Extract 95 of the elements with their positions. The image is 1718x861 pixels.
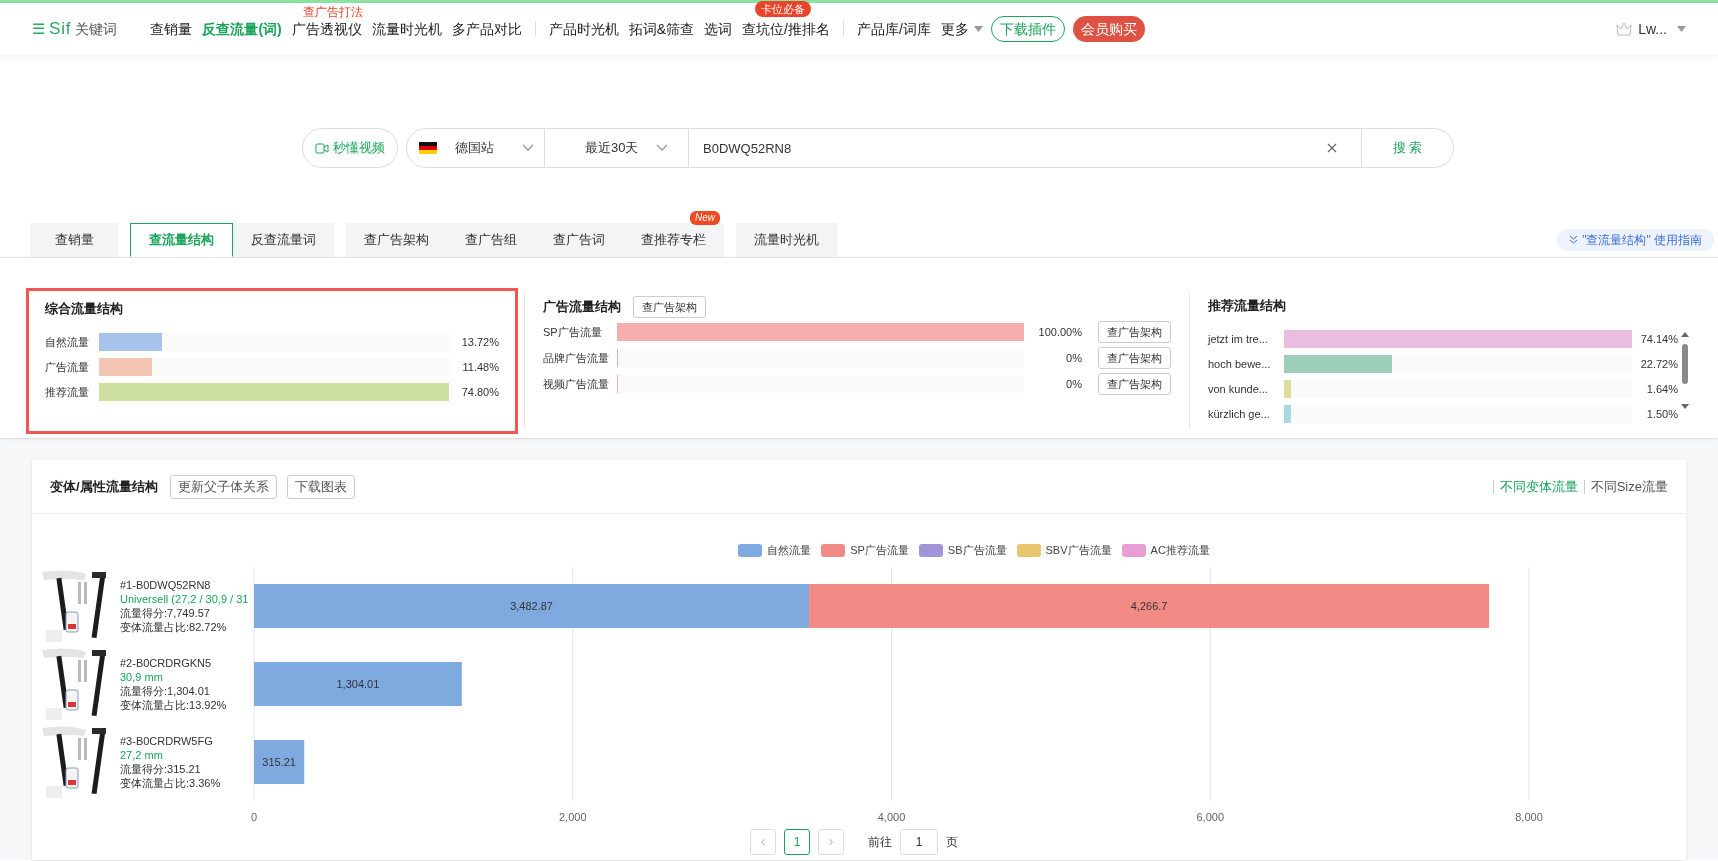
tab[interactable]: 查广告架构 [346,223,447,257]
traffic-score: 流量得分:1,304.01 [120,683,211,698]
double-chevron-icon [1569,235,1579,245]
card-title: 变体/属性流量结构 [50,477,158,496]
nav-link[interactable]: 流量时光机 [366,18,447,40]
product-asin: #2-B0CRDRGKN5 [120,655,213,670]
card-button[interactable]: 下载图表 [286,474,355,499]
percent-value: 74.80% [460,384,499,400]
variant-attribute: 30,9 mm [120,669,164,684]
row-label: von kunde... [1208,381,1269,397]
row-label: hoch bewe... [1208,356,1272,372]
section-title: 广告流量结构 [543,298,621,317]
row-label: 自然流量 [45,334,90,350]
nav-link[interactable]: 查销量 [145,18,198,40]
tab[interactable]: 查推荐专栏 [623,223,724,257]
bar-value-label: 3,482.87 [510,599,553,612]
promo-label: 查广告打法 [302,3,363,21]
page-suffix: 页 [946,833,958,851]
logo-subtitle: 关键词 [75,19,118,39]
variant-attribute: Universell (27,2 / 30,9 / 31 [120,591,249,606]
legend-label: AC推荐流量 [1150,543,1210,558]
nav-link[interactable]: 更多 [935,18,974,40]
axis-tick-label: 0 [250,810,258,823]
ad-structure-button[interactable]: 查广告架构 [1098,373,1171,395]
tab[interactable]: 反查流量词 [233,223,334,257]
site-label: 德国站 [455,139,495,158]
legend-label: SP广告流量 [850,543,909,558]
nav-link[interactable]: 选词 [699,18,738,40]
period-label: 最近30天 [585,139,640,158]
nav-link[interactable]: 产品库/词库 [851,18,936,40]
traffic-share: 变体流量占比:3.36% [120,775,221,790]
product-asin: #1-B0DWQ52RN8 [120,577,212,592]
percent-value: 100.00% [1037,324,1082,340]
ad-structure-button[interactable]: 查广告架构 [633,296,706,318]
traffic-share: 变体流量占比:13.92% [120,697,227,712]
row-label: 广告流量 [45,359,90,375]
bar-value-label: 315.21 [262,755,296,768]
chevron-down-icon [522,144,534,152]
percent-value: 0% [1065,350,1082,366]
section-title: 综合流量结构 [45,300,124,318]
variant-attribute: 27,2 mm [120,747,164,762]
crown-icon [1616,22,1633,36]
nav-link[interactable]: 产品时光机 [543,18,624,40]
period-select[interactable]: 最近30天 [545,129,689,167]
traffic-score: 流量得分:315.21 [120,761,202,776]
bar-value-label: 4,266.7 [1130,599,1168,612]
legend-label: 自然流量 [767,543,812,558]
view-toggle[interactable]: 不同Size流量 [1590,476,1668,497]
product-asin: #3-B0CRDRW5FG [120,733,214,748]
row-label: kürzlich ge... [1208,406,1271,422]
nav-link[interactable]: 多产品对比 [446,18,527,40]
tab[interactable]: 查广告词 [535,223,623,257]
row-label: 视频广告流量 [543,376,610,392]
percent-value: 74.14% [1639,331,1678,347]
row-label: 推荐流量 [45,384,90,400]
close-icon[interactable] [1327,143,1337,153]
axis-tick-label: 8,000 [1515,810,1543,823]
legend-label: SBV广告流量 [1045,543,1112,558]
guide-link[interactable]: "查流量结构" 使用指南 [1557,229,1714,251]
traffic-share: 变体流量占比:82.72% [120,619,228,634]
axis-tick-label: 2,000 [559,810,587,823]
nav-link[interactable]: 拓词&筛查 [623,18,700,40]
ad-structure-button[interactable]: 查广告架构 [1098,321,1171,343]
percent-value: 11.48% [461,359,499,375]
axis-tick-label: 4,000 [877,810,906,823]
tab[interactable]: 流量时光机 [736,223,837,257]
site-select[interactable]: 德国站 [407,129,545,167]
page-input[interactable]: 1 [900,828,938,855]
row-label: 品牌广告流量 [543,350,610,366]
percent-value: 22.72% [1639,356,1678,372]
card-button[interactable]: 更新父子体关系 [169,474,277,499]
tab[interactable]: 查广告组 [447,223,535,257]
nav-link[interactable]: 广告透视仪 [286,18,367,40]
row-label: SP广告流量 [543,324,603,340]
legend-label: SB广告流量 [947,543,1007,558]
goto-label: 前往 [868,833,892,851]
bar-value-label: 1,304.01 [336,677,380,690]
tab[interactable]: 查销量 [30,223,118,257]
section-title: 推荐流量结构 [1208,297,1287,315]
new-badge: New [690,211,720,225]
traffic-score: 流量得分:7,749.57 [120,605,211,620]
percent-value: 1.64% [1645,381,1678,397]
video-camera-icon [315,142,329,154]
percent-value: 13.72% [460,334,499,350]
chevron-down-icon [656,144,668,152]
percent-value: 1.50% [1645,406,1678,422]
row-label: jetzt im tre... [1208,331,1269,347]
flag-icon [419,142,437,154]
vip-purchase-button[interactable]: 会员购买 [1072,16,1145,42]
caret-down-icon [1677,26,1686,32]
user-name[interactable]: Lw... [1638,18,1667,40]
ad-structure-button[interactable]: 查广告架构 [1098,347,1171,369]
percent-value: 0% [1065,376,1082,392]
axis-tick-label: 6,000 [1196,810,1224,823]
nav-link[interactable]: 查坑位/推排名 [737,18,835,40]
